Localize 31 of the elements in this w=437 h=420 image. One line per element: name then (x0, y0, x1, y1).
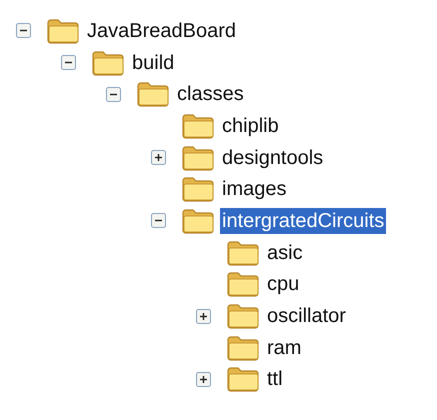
tree-item-label[interactable]: designtools (220, 144, 326, 171)
folder-icon (226, 334, 260, 361)
folder-icon (226, 303, 260, 330)
tree-item-label[interactable]: classes (175, 81, 246, 108)
tree-item-label[interactable]: asic (265, 240, 305, 266)
expand-icon[interactable] (151, 150, 166, 166)
folder-icon (46, 18, 80, 44)
folder-icon (226, 271, 260, 298)
tree-item-label[interactable]: JavaBreadBoard (85, 18, 238, 44)
collapse-icon[interactable] (106, 86, 121, 102)
collapse-icon[interactable] (61, 55, 76, 70)
folder-icon (181, 112, 215, 139)
folder-icon (136, 81, 170, 108)
expand-icon[interactable] (196, 308, 211, 324)
tree-item-label[interactable]: chiplib (220, 112, 281, 139)
expand-icon[interactable] (196, 372, 211, 387)
tree-item-label[interactable]: oscillator (265, 303, 348, 330)
tree-item-label[interactable]: build (130, 50, 176, 76)
tree-item-label[interactable]: cpu (265, 271, 302, 298)
folder-icon (91, 50, 125, 76)
folder-icon (226, 240, 260, 266)
folder-icon (181, 144, 215, 171)
collapse-icon[interactable] (16, 23, 31, 38)
tree-item-label[interactable]: ttl (265, 366, 285, 392)
folder-icon (181, 176, 215, 202)
collapse-icon[interactable] (151, 213, 166, 228)
tree-item-label[interactable]: ram (265, 334, 304, 361)
tree-item-label[interactable]: images (220, 176, 288, 202)
folder-icon (181, 208, 215, 234)
tree-item-label[interactable]: intergratedCircuits (220, 208, 386, 234)
folder-icon (226, 366, 260, 392)
